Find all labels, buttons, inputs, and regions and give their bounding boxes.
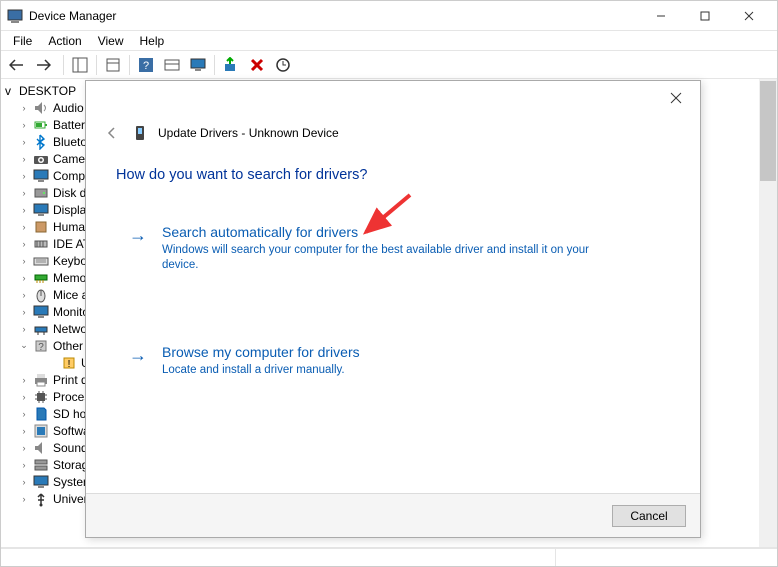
dialog-header: Update Drivers - Unknown Device: [86, 115, 700, 151]
option-title: Search automatically for drivers: [162, 223, 602, 241]
unknown-icon: !: [61, 355, 77, 371]
monitor-icon[interactable]: [186, 54, 210, 76]
chevron-icon: ›: [19, 188, 29, 198]
chevron-icon: ›: [19, 494, 29, 504]
chevron-icon: ⌄: [19, 340, 29, 351]
option-browse-computer[interactable]: → Browse my computer for drivers Locate …: [116, 333, 670, 388]
chevron-icon: ›: [19, 239, 29, 249]
hid-icon: [33, 219, 49, 235]
chevron-icon: ›: [19, 460, 29, 470]
option-search-automatically[interactable]: → Search automatically for drivers Windo…: [116, 213, 670, 283]
chevron-icon: ›: [19, 120, 29, 130]
monitor-icon: [33, 304, 49, 320]
camera-icon: [33, 151, 49, 167]
statusbar: [1, 548, 777, 566]
svg-text:!: !: [68, 359, 71, 370]
chevron-icon: ›: [19, 137, 29, 147]
svg-text:?: ?: [38, 342, 44, 353]
battery-icon: [33, 117, 49, 133]
chevron-icon: ›: [19, 409, 29, 419]
update-drivers-dialog: Update Drivers - Unknown Device How do y…: [85, 80, 701, 538]
titlebar: Device Manager: [1, 1, 777, 31]
option-description: Locate and install a driver manually.: [162, 363, 360, 378]
processor-icon: [33, 389, 49, 405]
chevron-icon: ›: [19, 171, 29, 181]
mouse-icon: [33, 287, 49, 303]
maximize-button[interactable]: [683, 2, 727, 30]
bluetooth-icon: [33, 134, 49, 150]
storage-icon: [33, 457, 49, 473]
chevron-icon: ›: [19, 222, 29, 232]
chevron-icon: ›: [19, 154, 29, 164]
app-icon: [7, 8, 23, 24]
chevron-icon: ›: [19, 375, 29, 385]
dialog-title: Update Drivers - Unknown Device: [158, 126, 339, 140]
dialog-body: How do you want to search for drivers? →…: [86, 151, 700, 493]
menu-view[interactable]: View: [90, 32, 132, 50]
arrow-right-icon: →: [128, 345, 148, 366]
device-icon: [132, 125, 148, 141]
menu-help[interactable]: Help: [132, 32, 173, 50]
usb-icon: [33, 491, 49, 507]
option-title: Browse my computer for drivers: [162, 343, 360, 361]
close-button[interactable]: [727, 2, 771, 30]
software-icon: [33, 423, 49, 439]
back-icon[interactable]: [5, 54, 29, 76]
audio-icon: [33, 100, 49, 116]
dialog-footer: Cancel: [86, 493, 700, 537]
menu-action[interactable]: Action: [40, 32, 89, 50]
tree-node-label: Audio: [53, 101, 84, 115]
chevron-icon: ›: [19, 443, 29, 453]
view-icon[interactable]: [160, 54, 184, 76]
dialog-close-button[interactable]: [658, 85, 694, 111]
svg-text:?: ?: [143, 60, 149, 72]
sd-icon: [33, 406, 49, 422]
chevron-icon: ›: [19, 477, 29, 487]
tree-root-label: DESKTOP: [19, 84, 76, 98]
other-icon: ?: [33, 338, 49, 354]
chevron-icon: ›: [19, 205, 29, 215]
chevron-icon: ›: [19, 324, 29, 334]
show-hide-tree-icon[interactable]: [68, 54, 92, 76]
minimize-button[interactable]: [639, 2, 683, 30]
menubar: File Action View Help: [1, 31, 777, 51]
scrollbar-thumb[interactable]: [760, 81, 776, 181]
forward-icon[interactable]: [31, 54, 55, 76]
dialog-back-button[interactable]: [102, 123, 122, 143]
ide-icon: [33, 236, 49, 252]
menu-file[interactable]: File: [5, 32, 40, 50]
option-description: Windows will search your computer for th…: [162, 243, 602, 273]
properties-icon[interactable]: [101, 54, 125, 76]
keyboard-icon: [33, 253, 49, 269]
memory-icon: [33, 270, 49, 286]
system-icon: [33, 474, 49, 490]
printer-icon: [33, 372, 49, 388]
dialog-heading: How do you want to search for drivers?: [116, 167, 670, 183]
chevron-icon: ›: [19, 256, 29, 266]
chevron-icon: ›: [19, 307, 29, 317]
disk-icon: [33, 185, 49, 201]
update-driver-icon[interactable]: [219, 54, 243, 76]
window-title: Device Manager: [29, 9, 639, 23]
scrollbar[interactable]: [759, 79, 777, 547]
help-icon[interactable]: ?: [134, 54, 158, 76]
scan-hardware-icon[interactable]: [271, 54, 295, 76]
chevron-icon: ›: [19, 103, 29, 113]
chevron-icon: ›: [19, 426, 29, 436]
chevron-icon: ›: [19, 273, 29, 283]
uninstall-icon[interactable]: [245, 54, 269, 76]
toolbar: ?: [1, 51, 777, 79]
cancel-button[interactable]: Cancel: [612, 505, 686, 527]
chevron-icon: ›: [19, 392, 29, 402]
sound-icon: [33, 440, 49, 456]
computer-icon: [33, 168, 49, 184]
display-icon: [33, 202, 49, 218]
network-icon: [33, 321, 49, 337]
arrow-right-icon: →: [128, 225, 148, 246]
chevron-icon: ›: [19, 290, 29, 300]
chevron-down-icon: v: [5, 84, 11, 98]
